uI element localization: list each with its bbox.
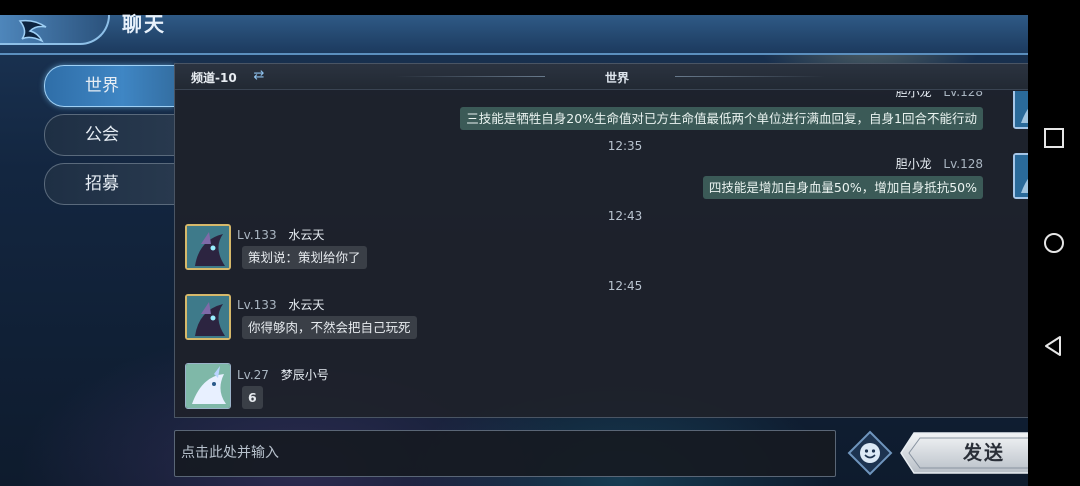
sender-name: 胆小龙: [895, 157, 932, 171]
dragon-avatar-icon: [186, 364, 230, 408]
avatar[interactable]: [185, 294, 231, 340]
channel-label: 频道-10: [191, 71, 237, 85]
page-title: 聊天: [122, 12, 166, 36]
sender-level: Lv.128: [943, 157, 983, 171]
message-list[interactable]: 胆小龙 Lv.128 三技能是牺牲自身20%生命值对已方生命值最低两个单位进行满…: [175, 91, 1043, 417]
sender-level: Lv.133: [237, 298, 277, 312]
sender-name: 水云天: [288, 298, 325, 312]
message-sender: 胆小龙 Lv.128: [896, 155, 983, 172]
switch-channel-icon[interactable]: ⇄: [251, 68, 267, 84]
sender-name: 胆小龙: [895, 91, 932, 99]
sender-level: Lv.128: [943, 91, 983, 99]
timestamp: 12:45: [607, 279, 643, 293]
chat-title: 世界: [605, 71, 630, 85]
chat-panel: 频道-10 ⇄ 世界 胆小龙 Lv.128 三技能是牺牲自身20%生命值对已方生…: [174, 63, 1044, 418]
emoji-button[interactable]: [847, 430, 893, 476]
dragon-avatar-icon: [187, 226, 229, 268]
timestamp: 12:43: [607, 209, 643, 223]
sender-name: 水云天: [288, 228, 325, 242]
android-nav-bar: [1028, 0, 1080, 486]
avatar[interactable]: [185, 224, 231, 270]
smiley-icon: [847, 430, 893, 476]
sender-level: Lv.27: [237, 368, 269, 382]
tab-guild[interactable]: 公会: [44, 114, 174, 156]
message-bubble: 6: [242, 386, 263, 409]
message-bubble: 四技能是增加自身血量50%，增加自身抵抗50%: [702, 176, 983, 199]
tab-world[interactable]: 世界: [44, 65, 174, 107]
avatar[interactable]: [185, 363, 231, 409]
message-bubble: 三技能是牺牲自身20%生命值对已方生命值最低两个单位进行满血回复，自身1回合不能…: [460, 107, 983, 130]
dragon-avatar-icon: [187, 296, 229, 338]
dragon-logo-icon: [18, 19, 47, 43]
message-sender: Lv.133 水云天: [237, 296, 324, 313]
home-icon[interactable]: [1042, 231, 1066, 255]
message-sender: Lv.27 梦辰小号: [237, 366, 329, 383]
chat-input[interactable]: 点击此处并输入: [174, 430, 836, 477]
sender-level: Lv.133: [237, 228, 277, 242]
sender-name: 梦辰小号: [280, 368, 329, 382]
back-icon[interactable]: [1042, 334, 1066, 358]
back-button[interactable]: [0, 15, 110, 45]
message-bubble: 你得够肉，不然会把自己玩死: [242, 316, 417, 339]
header-divider-right: [675, 76, 825, 77]
message-sender: 胆小龙 Lv.128: [896, 91, 983, 100]
chat-header: 频道-10 ⇄ 世界: [175, 64, 1043, 90]
tab-recruit[interactable]: 招募: [44, 163, 174, 205]
message-bubble: 策划说：策划给你了: [242, 246, 367, 269]
message-sender: Lv.133 水云天: [237, 226, 324, 243]
header-divider-left: [395, 76, 545, 77]
recent-apps-icon[interactable]: [1042, 126, 1066, 150]
timestamp: 12:35: [607, 139, 643, 153]
